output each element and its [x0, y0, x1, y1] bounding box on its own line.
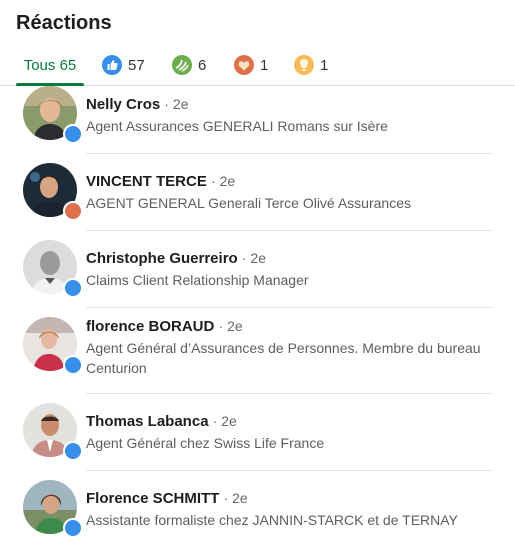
- like-icon: [63, 518, 83, 538]
- list-item[interactable]: VINCENT TERCE · 2e AGENT GENERAL General…: [0, 154, 515, 231]
- person-name[interactable]: Thomas Labanca: [86, 413, 209, 430]
- tab-love[interactable]: 1: [234, 45, 268, 85]
- love-icon: [63, 201, 83, 221]
- person-name[interactable]: Florence SCHMITT: [86, 490, 219, 507]
- person-headline: Agent Assurances GENERALI Romans sur Isè…: [86, 118, 388, 134]
- list-item[interactable]: florence BORAUD · 2e Agent Général d’Ass…: [0, 308, 515, 394]
- tab-celebrate-count: 6: [198, 56, 207, 74]
- connection-degree: · 2e: [211, 173, 236, 189]
- like-icon: [102, 55, 122, 75]
- person-name[interactable]: Nelly Cros: [86, 96, 160, 113]
- connection-degree: · 2e: [212, 413, 237, 429]
- person-headline: AGENT GENERAL Generali Terce Olivé Assur…: [86, 195, 411, 211]
- insightful-icon: [294, 55, 314, 75]
- list-item[interactable]: Florence SCHMITT · 2e Assistante formali…: [0, 471, 515, 547]
- list-item[interactable]: Nelly Cros · 2e Agent Assurances GENERAL…: [0, 86, 515, 154]
- list-item[interactable]: Thomas Labanca · 2e Agent Général chez S…: [0, 394, 515, 471]
- tab-all-label: Tous 65: [23, 56, 77, 74]
- tab-love-count: 1: [260, 56, 269, 74]
- tab-like[interactable]: 57: [102, 45, 145, 85]
- connection-degree: · 2e: [223, 490, 248, 506]
- person-headline: Agent Général d’Assurances de Personnes.…: [86, 340, 481, 376]
- person-headline: Agent Général chez Swiss Life France: [86, 435, 325, 451]
- person-headline: Claims Client Relationship Manager: [86, 272, 309, 288]
- tab-like-count: 57: [128, 56, 145, 74]
- person-name[interactable]: VINCENT TERCE: [86, 173, 207, 190]
- like-icon: [63, 124, 83, 144]
- list-item[interactable]: Christophe Guerreiro · 2e Claims Client …: [0, 231, 515, 308]
- connection-degree: · 2e: [241, 250, 266, 266]
- person-headline: Assistante formaliste chez JANNIN-STARCK…: [86, 512, 458, 528]
- love-icon: [234, 55, 254, 75]
- person-name[interactable]: florence BORAUD: [86, 318, 214, 335]
- tab-insightful[interactable]: 1: [294, 45, 328, 85]
- tab-all[interactable]: Tous 65: [16, 45, 84, 86]
- dialog-title: Réactions: [16, 12, 112, 34]
- tab-insightful-count: 1: [320, 56, 329, 74]
- connection-degree: · 2e: [164, 96, 189, 112]
- like-icon: [63, 355, 83, 375]
- tab-celebrate[interactable]: 6: [172, 45, 206, 85]
- reaction-tabs: Tous 65 57 6 1 1: [0, 45, 515, 86]
- celebrate-icon: [172, 55, 192, 75]
- person-name[interactable]: Christophe Guerreiro: [86, 250, 238, 267]
- connection-degree: · 2e: [218, 318, 243, 334]
- like-icon: [63, 278, 83, 298]
- like-icon: [63, 441, 83, 461]
